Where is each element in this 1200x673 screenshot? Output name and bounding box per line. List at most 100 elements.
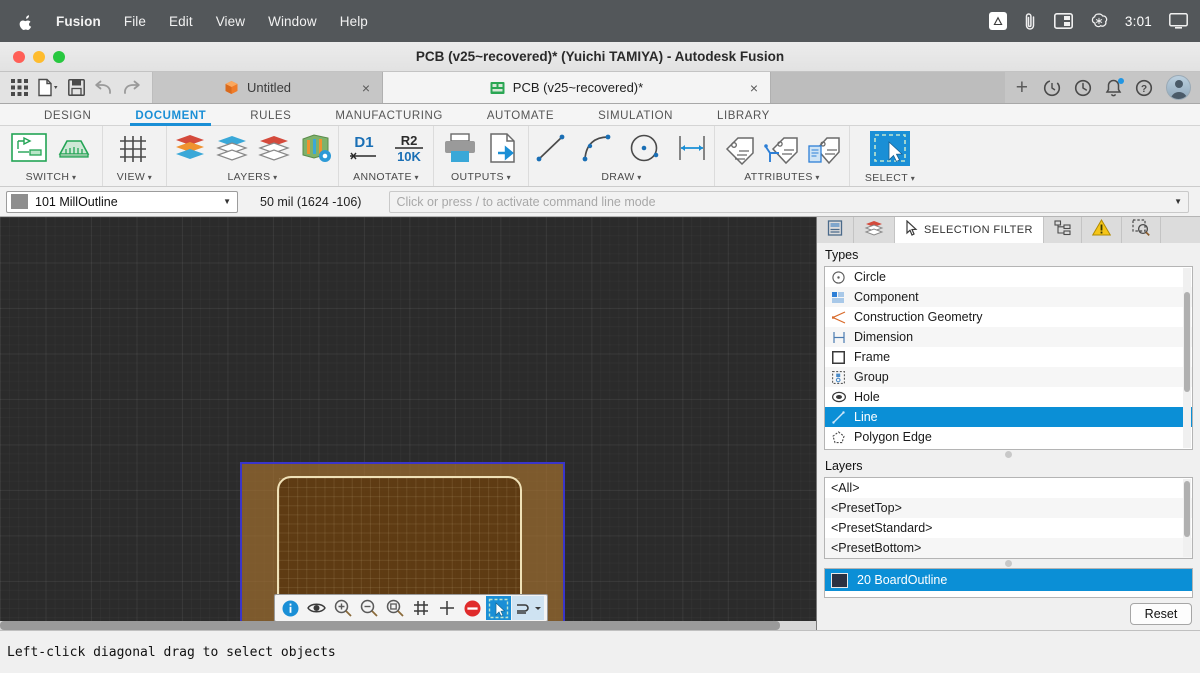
save-icon[interactable] — [68, 79, 85, 96]
ribbon-tab-library[interactable]: LIBRARY — [695, 110, 792, 125]
tab-untitled-close-icon[interactable]: × — [362, 81, 370, 95]
switch-to-schematic-icon[interactable] — [10, 132, 48, 170]
menu-item-edit[interactable]: Edit — [169, 14, 193, 29]
grid-view-icon[interactable] — [116, 132, 154, 170]
account-avatar[interactable] — [1166, 75, 1191, 100]
chevron-down-icon[interactable]: ▾ — [271, 173, 278, 182]
route-tool-icon[interactable] — [512, 596, 544, 620]
job-status-icon[interactable] — [1043, 79, 1061, 97]
list-item-board-outline[interactable]: 20 BoardOutline — [825, 569, 1192, 591]
list-item-all-layers[interactable]: <All> — [825, 478, 1192, 498]
tab-pcb[interactable]: PCB (v25~recovered)* × — [383, 72, 771, 103]
menu-item-window[interactable]: Window — [268, 14, 317, 29]
select-tool-icon[interactable] — [869, 130, 911, 172]
info-icon[interactable] — [278, 596, 303, 620]
tab-untitled[interactable]: Untitled × — [153, 72, 383, 103]
list-item-line[interactable]: Line — [825, 407, 1192, 427]
line-icon[interactable] — [534, 132, 568, 169]
select-tool-icon[interactable] — [486, 596, 511, 620]
menu-item-view[interactable]: View — [216, 14, 245, 29]
redo-icon[interactable] — [122, 80, 141, 96]
menu-item-help[interactable]: Help — [340, 14, 368, 29]
types-list-scrollbar[interactable] — [1183, 268, 1191, 448]
apple-logo-icon[interactable] — [18, 12, 34, 31]
no-entry-icon[interactable] — [460, 596, 485, 620]
export-icon[interactable] — [486, 132, 520, 169]
menu-item-file[interactable]: File — [124, 14, 146, 29]
new-document-icon[interactable] — [37, 78, 59, 97]
panel-tab-selection-filter[interactable]: SELECTION FILTER — [895, 217, 1044, 243]
ribbon-tab-design[interactable]: DESIGN — [22, 110, 113, 125]
chevron-down-icon[interactable]: ▾ — [412, 173, 419, 182]
panel-tab-warnings[interactable] — [1081, 217, 1122, 243]
list-item-preset-bottom[interactable]: <PresetBottom> — [825, 538, 1192, 558]
undo-icon[interactable] — [94, 80, 113, 96]
autodesk-icon[interactable] — [988, 12, 1007, 30]
ribbon-tab-automate[interactable]: AUTOMATE — [465, 110, 576, 125]
panel-tab-properties[interactable] — [817, 217, 854, 243]
name-annotate-icon[interactable]: D1 — [346, 131, 382, 170]
layer-display-icon[interactable] — [214, 132, 250, 170]
reset-button[interactable]: Reset — [1130, 603, 1192, 625]
ribbon-tab-simulation[interactable]: SIMULATION — [576, 110, 695, 125]
grid-toggle-icon[interactable] — [408, 596, 433, 620]
help-icon[interactable]: ? — [1135, 79, 1153, 97]
visibility-eye-icon[interactable] — [304, 596, 329, 620]
chevron-down-icon[interactable]: ▾ — [908, 174, 915, 183]
panel-tab-layers[interactable] — [854, 217, 895, 243]
document-attribute-icon[interactable] — [805, 132, 843, 170]
scrollbar-thumb[interactable] — [1184, 481, 1190, 537]
display-icon[interactable] — [1169, 12, 1188, 30]
list-item-component[interactable]: Component — [825, 287, 1192, 307]
chevron-down-icon[interactable]: ▾ — [145, 173, 152, 182]
selected-layers-list[interactable]: 20 BoardOutline — [824, 568, 1193, 598]
layer-presets-list[interactable]: <All> <PresetTop> <PresetStandard> <Pres… — [824, 477, 1193, 559]
panel-splitter-layers[interactable] — [817, 559, 1200, 568]
list-item-group[interactable]: Group — [825, 367, 1192, 387]
menu-bar-clock[interactable]: 3:01 — [1125, 14, 1152, 29]
list-item-hole[interactable]: Hole — [825, 387, 1192, 407]
openai-icon[interactable] — [1090, 12, 1108, 30]
history-icon[interactable] — [1074, 79, 1092, 97]
command-line-input[interactable]: Click or press / to activate command lin… — [389, 190, 1189, 213]
dimension-icon[interactable] — [674, 132, 710, 169]
list-item-dimension[interactable]: Dimension — [825, 327, 1192, 347]
zoom-out-icon[interactable] — [356, 596, 381, 620]
paperclip-icon[interactable] — [1024, 12, 1037, 31]
grid-apps-icon[interactable] — [11, 79, 28, 96]
ribbon-tab-document[interactable]: DOCUMENT — [113, 110, 228, 126]
ribbon-tab-rules[interactable]: RULES — [228, 110, 313, 125]
list-item-bottom-silk[interactable]: Bottom Silk — [825, 558, 1192, 559]
list-item-construction-geometry[interactable]: Construction Geometry — [825, 307, 1192, 327]
chevron-down-icon[interactable]: ▾ — [635, 173, 642, 182]
active-layer-select[interactable]: 101 MillOutline ▼ — [6, 190, 238, 213]
chevron-down-icon[interactable]: ▾ — [813, 173, 820, 182]
tab-pcb-close-icon[interactable]: × — [750, 81, 758, 95]
attribute-icon[interactable] — [721, 132, 759, 170]
list-item-frame[interactable]: Frame — [825, 347, 1192, 367]
circle-icon[interactable] — [626, 132, 662, 169]
scrollbar-thumb[interactable] — [1184, 292, 1190, 392]
chevron-down-icon[interactable]: ▼ — [1174, 197, 1182, 206]
list-item-preset-top[interactable]: <PresetTop> — [825, 498, 1192, 518]
pcb-canvas[interactable] — [0, 217, 817, 630]
scrollbar-thumb[interactable] — [0, 621, 780, 630]
print-icon[interactable] — [442, 132, 478, 169]
types-list[interactable]: Circle Component Construction Geometry D… — [824, 266, 1193, 450]
new-tab-button[interactable]: + — [1014, 77, 1030, 98]
canvas-horizontal-scrollbar[interactable] — [0, 621, 816, 630]
menu-item-fusion[interactable]: Fusion — [56, 14, 101, 29]
crosshair-icon[interactable] — [434, 596, 459, 620]
switch-to-3d-pcb-icon[interactable] — [54, 132, 92, 170]
part-attribute-icon[interactable] — [763, 132, 801, 170]
zoom-in-icon[interactable] — [330, 596, 355, 620]
panel-splitter-types[interactable] — [817, 450, 1200, 459]
list-item-polygon-edge[interactable]: Polygon Edge — [825, 427, 1192, 447]
panel-tab-inspect[interactable] — [1121, 217, 1161, 243]
value-annotate-icon[interactable]: R2 10K — [392, 131, 426, 170]
panel-layout-icon[interactable] — [1053, 13, 1073, 29]
zoom-fit-icon[interactable] — [382, 596, 407, 620]
panel-tab-hierarchy[interactable] — [1043, 217, 1082, 243]
notifications-icon[interactable] — [1105, 77, 1124, 97]
list-item-circle[interactable]: Circle — [825, 267, 1192, 287]
